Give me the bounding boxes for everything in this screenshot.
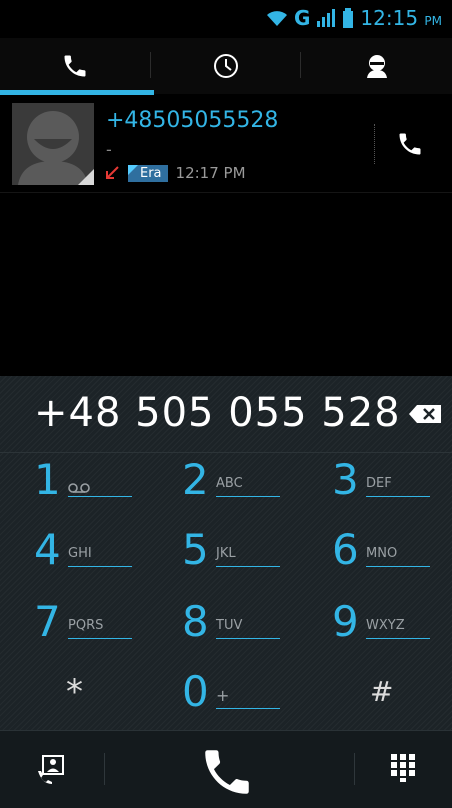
key-underline [68, 638, 132, 639]
key-underline [216, 566, 280, 567]
tab-recent[interactable] [151, 38, 302, 94]
key-2[interactable]: 2 ABC [182, 450, 302, 510]
key-3[interactable]: 3 DEF [332, 450, 452, 510]
battery-icon [343, 8, 354, 28]
key-underline [216, 708, 280, 709]
call-meta: Era 12:17 PM [104, 162, 246, 184]
dialpad-toggle-icon[interactable] [390, 753, 416, 783]
phone-icon [399, 133, 421, 155]
phone-icon [64, 55, 86, 77]
signal-icon [317, 9, 336, 27]
sim-badge: Era [128, 164, 168, 182]
key-6[interactable]: 6 MNO [332, 520, 452, 580]
dial-call-button[interactable] [198, 743, 256, 801]
tab-phone[interactable] [0, 38, 151, 94]
key-underline [216, 638, 280, 639]
clock-icon [214, 54, 238, 78]
caller-number: +48505055528 [106, 108, 279, 133]
key-1[interactable]: 1 [34, 450, 154, 510]
default-contact-icon [12, 103, 94, 185]
voicemail-icon [68, 483, 90, 493]
key-4[interactable]: 4 GHI [34, 520, 154, 580]
missed-call-arrow-icon [106, 166, 119, 179]
status-bar: G 12:15 PM [0, 0, 452, 36]
backspace-icon[interactable] [408, 404, 442, 424]
network-type: G [293, 6, 311, 30]
key-hash[interactable]: # [370, 662, 452, 722]
row-divider [374, 124, 376, 164]
call-time: 12:17 PM [175, 164, 246, 182]
key-8[interactable]: 8 TUV [182, 592, 302, 652]
key-9[interactable]: 9 WXYZ [332, 592, 452, 652]
contact-avatar[interactable] [12, 103, 94, 185]
key-underline [366, 566, 430, 567]
key-underline [366, 496, 430, 497]
action-divider [354, 753, 355, 785]
key-underline [68, 496, 132, 497]
key-star[interactable]: * [66, 662, 186, 722]
key-underline [366, 638, 430, 639]
call-log-item[interactable]: +48505055528 - Era 12:17 PM [0, 96, 452, 193]
key-underline [68, 566, 132, 567]
action-divider [104, 753, 105, 785]
dialed-digits[interactable]: +48 505 055 528 [34, 390, 401, 436]
key-underline [216, 496, 280, 497]
dialer-action-bar [0, 730, 452, 808]
key-7[interactable]: 7 PQRS [34, 592, 154, 652]
clock: 12:15 PM [360, 6, 442, 30]
key-0[interactable]: 0 + [182, 662, 302, 722]
key-5[interactable]: 5 JKL [182, 520, 302, 580]
person-icon [366, 55, 387, 78]
tab-contacts[interactable] [301, 38, 452, 94]
call-back-button[interactable] [388, 124, 432, 164]
contacts-book-icon[interactable] [34, 753, 66, 785]
active-tab-indicator [0, 90, 154, 95]
wifi-icon [266, 11, 287, 26]
digits-bar: +48 505 055 528 [0, 376, 452, 453]
number-type-label: - [106, 140, 112, 159]
status-icons: G 12:15 PM [266, 6, 442, 30]
tab-bar [0, 38, 452, 94]
